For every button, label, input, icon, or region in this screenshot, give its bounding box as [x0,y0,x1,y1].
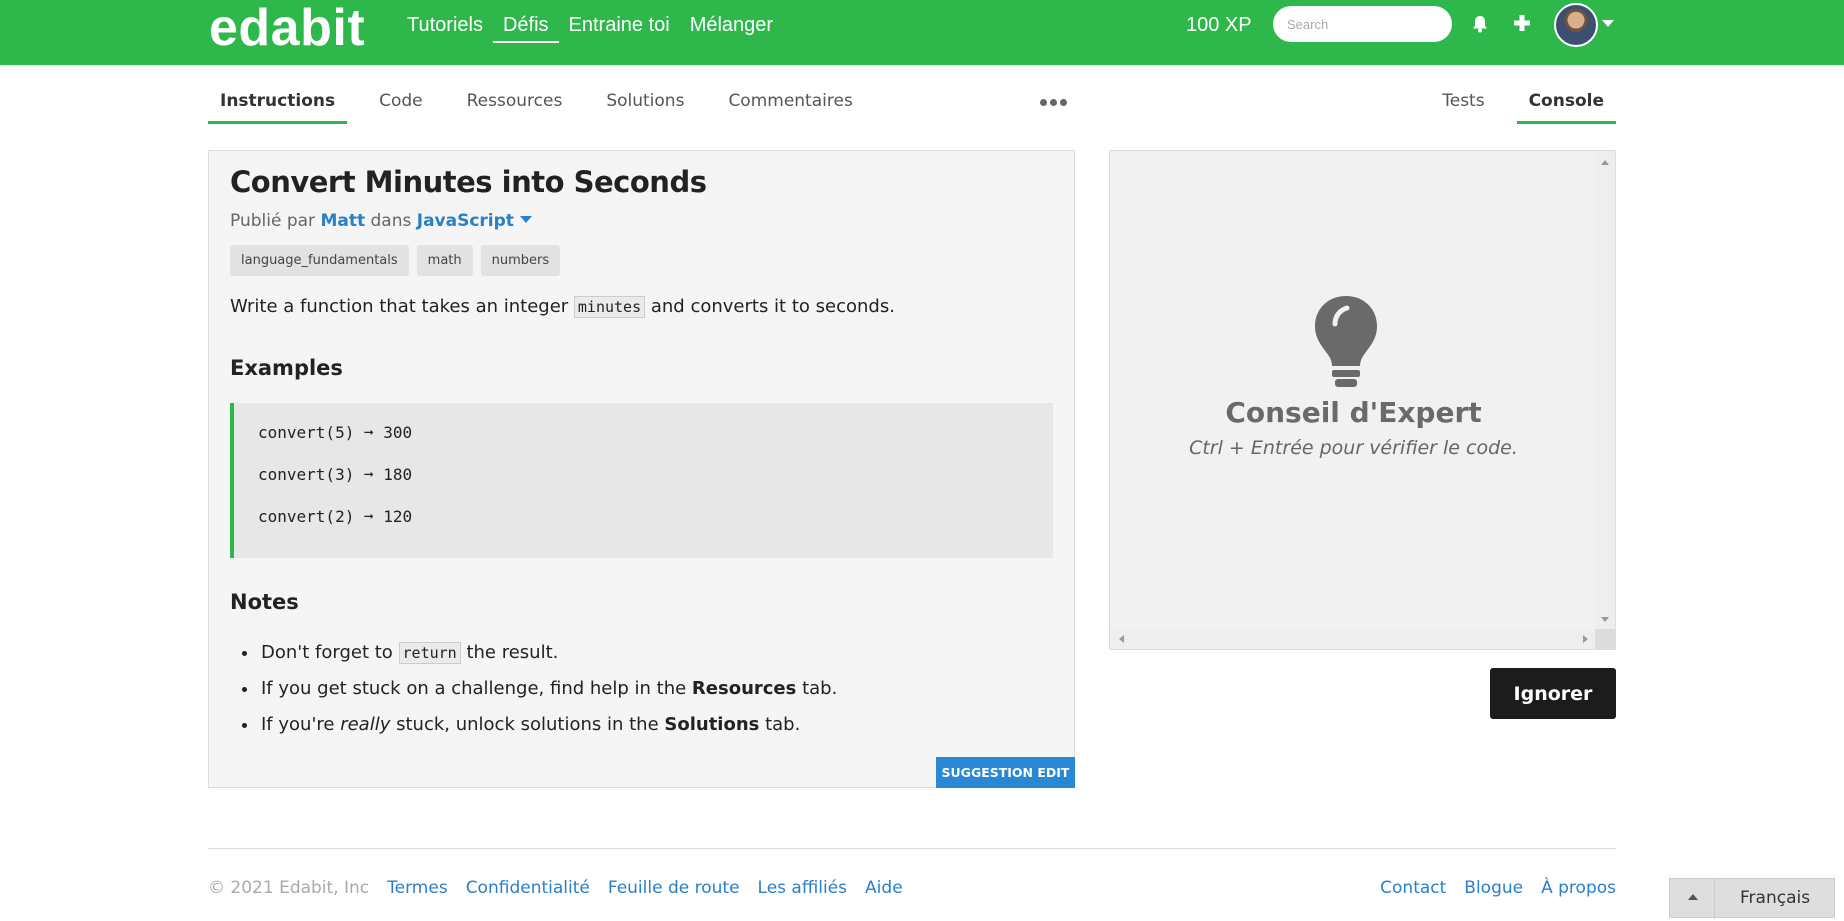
note-text: stuck, unlock solutions in the [396,714,659,735]
example-line: convert(2) ➞ 120 [258,507,413,526]
desc-text: and converts it to seconds. [650,296,895,317]
tip-subtitle: Ctrl + Entrée pour vérifier le code. [1189,437,1518,459]
top-navbar: edabit Tutoriels Défis Entraine toi Méla… [0,0,1844,65]
console-panel: Conseil d'Expert Ctrl + Entrée pour véri… [1109,150,1616,650]
tab-instructions[interactable]: Instructions [208,82,348,124]
in-word: dans [370,211,412,231]
console-tabs: Tests Console [1420,82,1616,124]
suggestion-edit-button[interactable]: SUGGESTION EDIT [936,757,1075,788]
published-line: Publié par Matt dans JavaScript [230,211,532,231]
nav-melanger[interactable]: Mélanger [680,13,783,43]
chevron-down-icon[interactable] [1602,20,1614,27]
horizontal-scrollbar[interactable] [1110,629,1597,649]
example-line: convert(5) ➞ 300 [258,423,413,442]
language-dropdown[interactable]: JavaScript [417,211,532,231]
scroll-right-icon[interactable] [1583,635,1588,643]
challenge-title: Convert Minutes into Seconds [230,165,707,199]
notes-heading: Notes [230,590,299,614]
nav-tutoriels[interactable]: Tutoriels [397,13,493,43]
tag[interactable]: language_fundamentals [230,245,409,276]
instructions-panel: Convert Minutes into Seconds Publié par … [208,150,1075,788]
language-selector[interactable]: Français [1669,878,1835,919]
note-text: Don't forget to [261,642,393,663]
tag[interactable]: numbers [480,245,561,276]
challenge-tabs: Instructions Code Ressources Solutions C… [208,82,885,126]
language-label: JavaScript [416,211,514,231]
footer-link-contact[interactable]: Contact [1380,878,1446,898]
vertical-scrollbar[interactable] [1595,151,1615,631]
tab-solutions[interactable]: Solutions [594,82,696,124]
plus-icon[interactable] [1512,13,1532,33]
footer-link-aide[interactable]: Aide [865,878,903,898]
list-item: If you're really stuck, unlock solutions… [259,714,837,750]
list-item: If you get stuck on a challenge, find he… [259,678,837,714]
tab-console[interactable]: Console [1516,82,1616,124]
examples-code-block: convert(5) ➞ 300 convert(3) ➞ 180 conver… [230,403,1053,558]
footer-link-termes[interactable]: Termes [387,878,448,898]
scroll-down-icon[interactable] [1601,617,1609,622]
nav-defis[interactable]: Défis [492,13,559,43]
lightbulb-icon [1315,296,1377,387]
language-label: Français [1740,888,1811,908]
footer-link-affilies[interactable]: Les affiliés [758,878,848,898]
tab-code[interactable]: Code [367,82,435,124]
tab-commentaires[interactable]: Commentaires [716,82,864,124]
footer-right-links: Contact Blogue À propos [1380,878,1616,898]
note-italic: really [340,714,391,735]
scrollbar-corner [1595,629,1615,649]
footer-link-confidentialite[interactable]: Confidentialité [466,878,590,898]
list-item: Don't forget to return the result. [259,642,837,678]
ignore-button[interactable]: Ignorer [1490,668,1616,719]
note-bold: Solutions [664,714,760,735]
bell-icon[interactable] [1470,14,1490,34]
example-line: convert(3) ➞ 180 [258,465,413,484]
xp-counter: 100 XP [1186,14,1252,36]
challenge-description: Write a function that takes an integer m… [230,296,895,318]
divider [1714,879,1715,919]
examples-heading: Examples [230,356,343,380]
note-text: tab. [802,678,838,699]
note-text: If you're [261,714,335,735]
nav-entraine-toi[interactable]: Entraine toi [559,13,680,43]
note-text: If you get stuck on a challenge, find he… [261,678,687,699]
tab-tests[interactable]: Tests [1430,82,1496,124]
chevron-up-icon [1688,894,1698,900]
main-nav: Tutoriels Défis Entraine toi Mélanger [397,13,783,43]
more-options-icon[interactable] [1040,99,1067,106]
note-text: the result. [466,642,559,663]
author-link[interactable]: Matt [320,211,365,231]
footer-link-feuille-de-route[interactable]: Feuille de route [608,878,740,898]
published-prefix: Publié par [230,211,316,231]
tag[interactable]: math [416,245,473,276]
footer-divider [208,848,1616,849]
edabit-logo[interactable]: edabit [209,0,365,58]
footer-link-blogue[interactable]: Blogue [1464,878,1523,898]
chevron-down-icon [519,215,532,223]
tag-list: language_fundamentals math numbers [230,245,561,276]
scroll-up-icon[interactable] [1601,160,1609,165]
note-bold: Resources [691,678,797,699]
notes-list: Don't forget to return the result. If yo… [259,642,837,750]
inline-code: minutes [573,296,646,318]
tab-ressources[interactable]: Ressources [455,82,575,124]
scroll-left-icon[interactable] [1119,635,1124,643]
inline-code: return [398,642,461,664]
copyright: © 2021 Edabit, Inc [208,878,370,898]
avatar[interactable] [1554,3,1598,47]
note-text: tab. [765,714,801,735]
footer-link-a-propos[interactable]: À propos [1541,878,1616,898]
footer-left-links: © 2021 Edabit, Inc Termes Confidentialit… [208,878,903,898]
tip-title: Conseil d'Expert [1225,396,1482,429]
desc-text: Write a function that takes an integer [230,296,569,317]
search-input[interactable] [1273,6,1452,42]
